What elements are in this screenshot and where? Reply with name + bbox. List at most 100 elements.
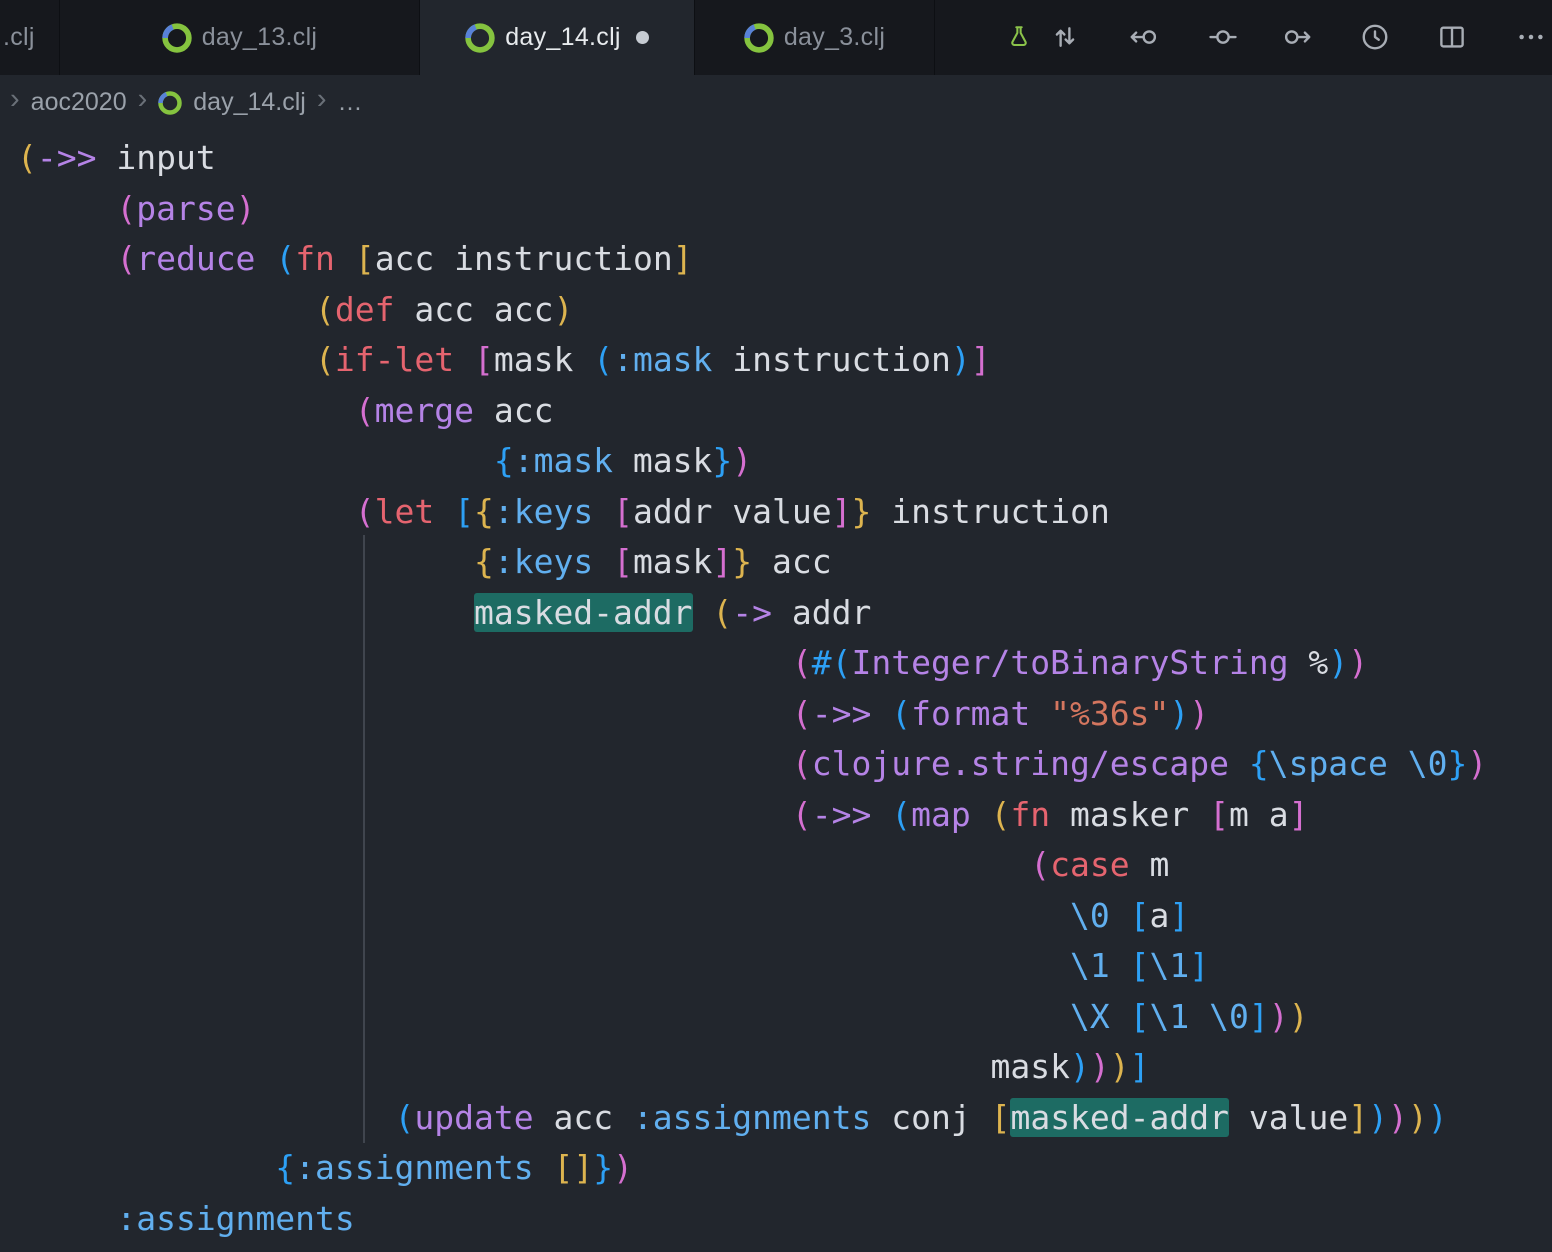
code-token	[1388, 744, 1408, 783]
code-token: \X	[1070, 997, 1110, 1036]
code-token: \1	[1150, 946, 1190, 985]
code-token: acc acc	[395, 290, 554, 329]
code-token: {	[494, 441, 514, 480]
green-flask-icon[interactable]	[1006, 22, 1032, 52]
code-line[interactable]: {:mask mask})	[17, 436, 1552, 487]
modified-indicator[interactable]	[636, 31, 649, 44]
code-token	[434, 492, 454, 531]
code-line[interactable]: (update acc :assignments conj [masked-ad…	[17, 1093, 1552, 1144]
code-line[interactable]: (def acc acc)	[17, 285, 1552, 336]
code-token: parse	[136, 189, 235, 228]
code-token: :assignments	[116, 1199, 354, 1238]
code-line[interactable]: {:assignments []})	[17, 1143, 1552, 1194]
code-token: ]	[673, 239, 693, 278]
code-line[interactable]: (->> (format "%36s"))	[17, 689, 1552, 740]
code-token: [	[1209, 795, 1229, 834]
code-token: )	[1289, 997, 1309, 1036]
code-line[interactable]: (#(Integer/toBinaryString %))	[17, 638, 1552, 689]
tab-partial-clj[interactable]: .clj	[0, 0, 60, 75]
code-token: [	[1130, 997, 1150, 1036]
code-token: ]	[971, 340, 991, 379]
code-line[interactable]: (reduce (fn [acc instruction]	[17, 234, 1552, 285]
code-line[interactable]: (clojure.string/escape {\space \0})	[17, 739, 1552, 790]
code-token: \0	[1209, 997, 1249, 1036]
code-line[interactable]: (merge acc	[17, 386, 1552, 437]
code-line[interactable]: {:keys [mask]} acc	[17, 537, 1552, 588]
clojure-file-icon	[158, 91, 182, 115]
code-token: instruction	[871, 492, 1109, 531]
code-token: )	[1467, 744, 1487, 783]
code-token: ]	[1289, 795, 1309, 834]
tab-day-14[interactable]: day_14.clj	[420, 0, 695, 75]
code-token	[17, 795, 792, 834]
code-token: :keys	[494, 492, 593, 531]
code-line[interactable]: masked-addr (-> addr	[17, 588, 1552, 639]
breadcrumb-item-file[interactable]: day_14.clj	[193, 88, 306, 117]
code-token: )	[1189, 694, 1209, 733]
code-lines: (->> input (parse) (reduce (fn [acc inst…	[0, 130, 1552, 1252]
code-token: )	[1110, 1047, 1130, 1086]
code-token: )	[553, 290, 573, 329]
breadcrumb-item-symbol[interactable]: …	[338, 88, 363, 117]
code-token	[693, 593, 713, 632]
commit-next-icon[interactable]	[1283, 22, 1313, 52]
commit-current-icon[interactable]	[1208, 22, 1238, 52]
code-token	[1229, 744, 1249, 783]
code-token	[17, 492, 355, 531]
code-token	[971, 795, 991, 834]
more-actions-icon[interactable]	[1516, 22, 1546, 52]
code-token: merge	[375, 391, 474, 430]
file-history-icon[interactable]	[1360, 22, 1390, 52]
code-token	[17, 1199, 116, 1238]
code-token: reduce	[136, 239, 255, 278]
indent-guide	[363, 535, 365, 1143]
code-token	[17, 189, 116, 228]
code-token: )	[1269, 997, 1289, 1036]
code-line[interactable]: (case m	[17, 840, 1552, 891]
code-token: [	[355, 239, 375, 278]
code-token: [	[454, 492, 474, 531]
code-line[interactable]: \X [\1 \0]))	[17, 992, 1552, 1043]
split-editor-icon[interactable]	[1437, 22, 1467, 52]
code-token: value	[1229, 1098, 1348, 1137]
tab-day-13[interactable]: day_13.clj	[60, 0, 420, 75]
code-token: (	[315, 340, 335, 379]
compare-changes-icon[interactable]	[1050, 22, 1080, 52]
code-token	[1110, 997, 1130, 1036]
breadcrumb: › aoc2020 › day_14.clj › …	[0, 75, 1552, 130]
highlighted-occurrence: masked-addr	[474, 593, 693, 632]
code-line[interactable]: mask)))]	[17, 1042, 1552, 1093]
code-token: }	[712, 441, 732, 480]
code-editor[interactable]: (->> input (parse) (reduce (fn [acc inst…	[0, 130, 1552, 1252]
code-line[interactable]: :assignments	[17, 1194, 1552, 1245]
code-line[interactable]: (let [{:keys [addr value]} instruction	[17, 487, 1552, 538]
code-line[interactable]: (parse)	[17, 184, 1552, 235]
code-line[interactable]: (->> (map (fn masker [m a]	[17, 790, 1552, 841]
code-token: update	[414, 1098, 533, 1137]
code-token: \1	[1070, 946, 1110, 985]
code-token: (	[792, 744, 812, 783]
code-line[interactable]: (if-let [mask (:mask instruction)]	[17, 335, 1552, 386]
code-token: \1	[1150, 997, 1190, 1036]
breadcrumb-item-folder[interactable]: aoc2020	[31, 88, 127, 117]
commit-previous-icon[interactable]	[1128, 22, 1158, 52]
code-token: (	[712, 593, 732, 632]
code-token: fn	[295, 239, 335, 278]
code-line[interactable]: \1 [\1]	[17, 941, 1552, 992]
code-token: )	[236, 189, 256, 228]
code-line[interactable]: (map (fn [[addr value]]	[17, 1244, 1552, 1252]
code-token: :mask	[514, 441, 613, 480]
code-token: [	[613, 492, 633, 531]
code-token: )	[1368, 1098, 1388, 1137]
tab-label: .clj	[3, 23, 35, 52]
code-token	[1030, 694, 1050, 733]
tab-day-3[interactable]: day_3.clj	[695, 0, 935, 75]
tab-label: day_14.clj	[505, 23, 621, 52]
code-token: [	[1130, 946, 1150, 985]
code-token	[17, 896, 1070, 935]
code-line[interactable]: (->> input	[17, 133, 1552, 184]
code-token: }	[732, 542, 752, 581]
code-token	[17, 391, 355, 430]
code-line[interactable]: \0 [a]	[17, 891, 1552, 942]
code-token: (	[355, 492, 375, 531]
